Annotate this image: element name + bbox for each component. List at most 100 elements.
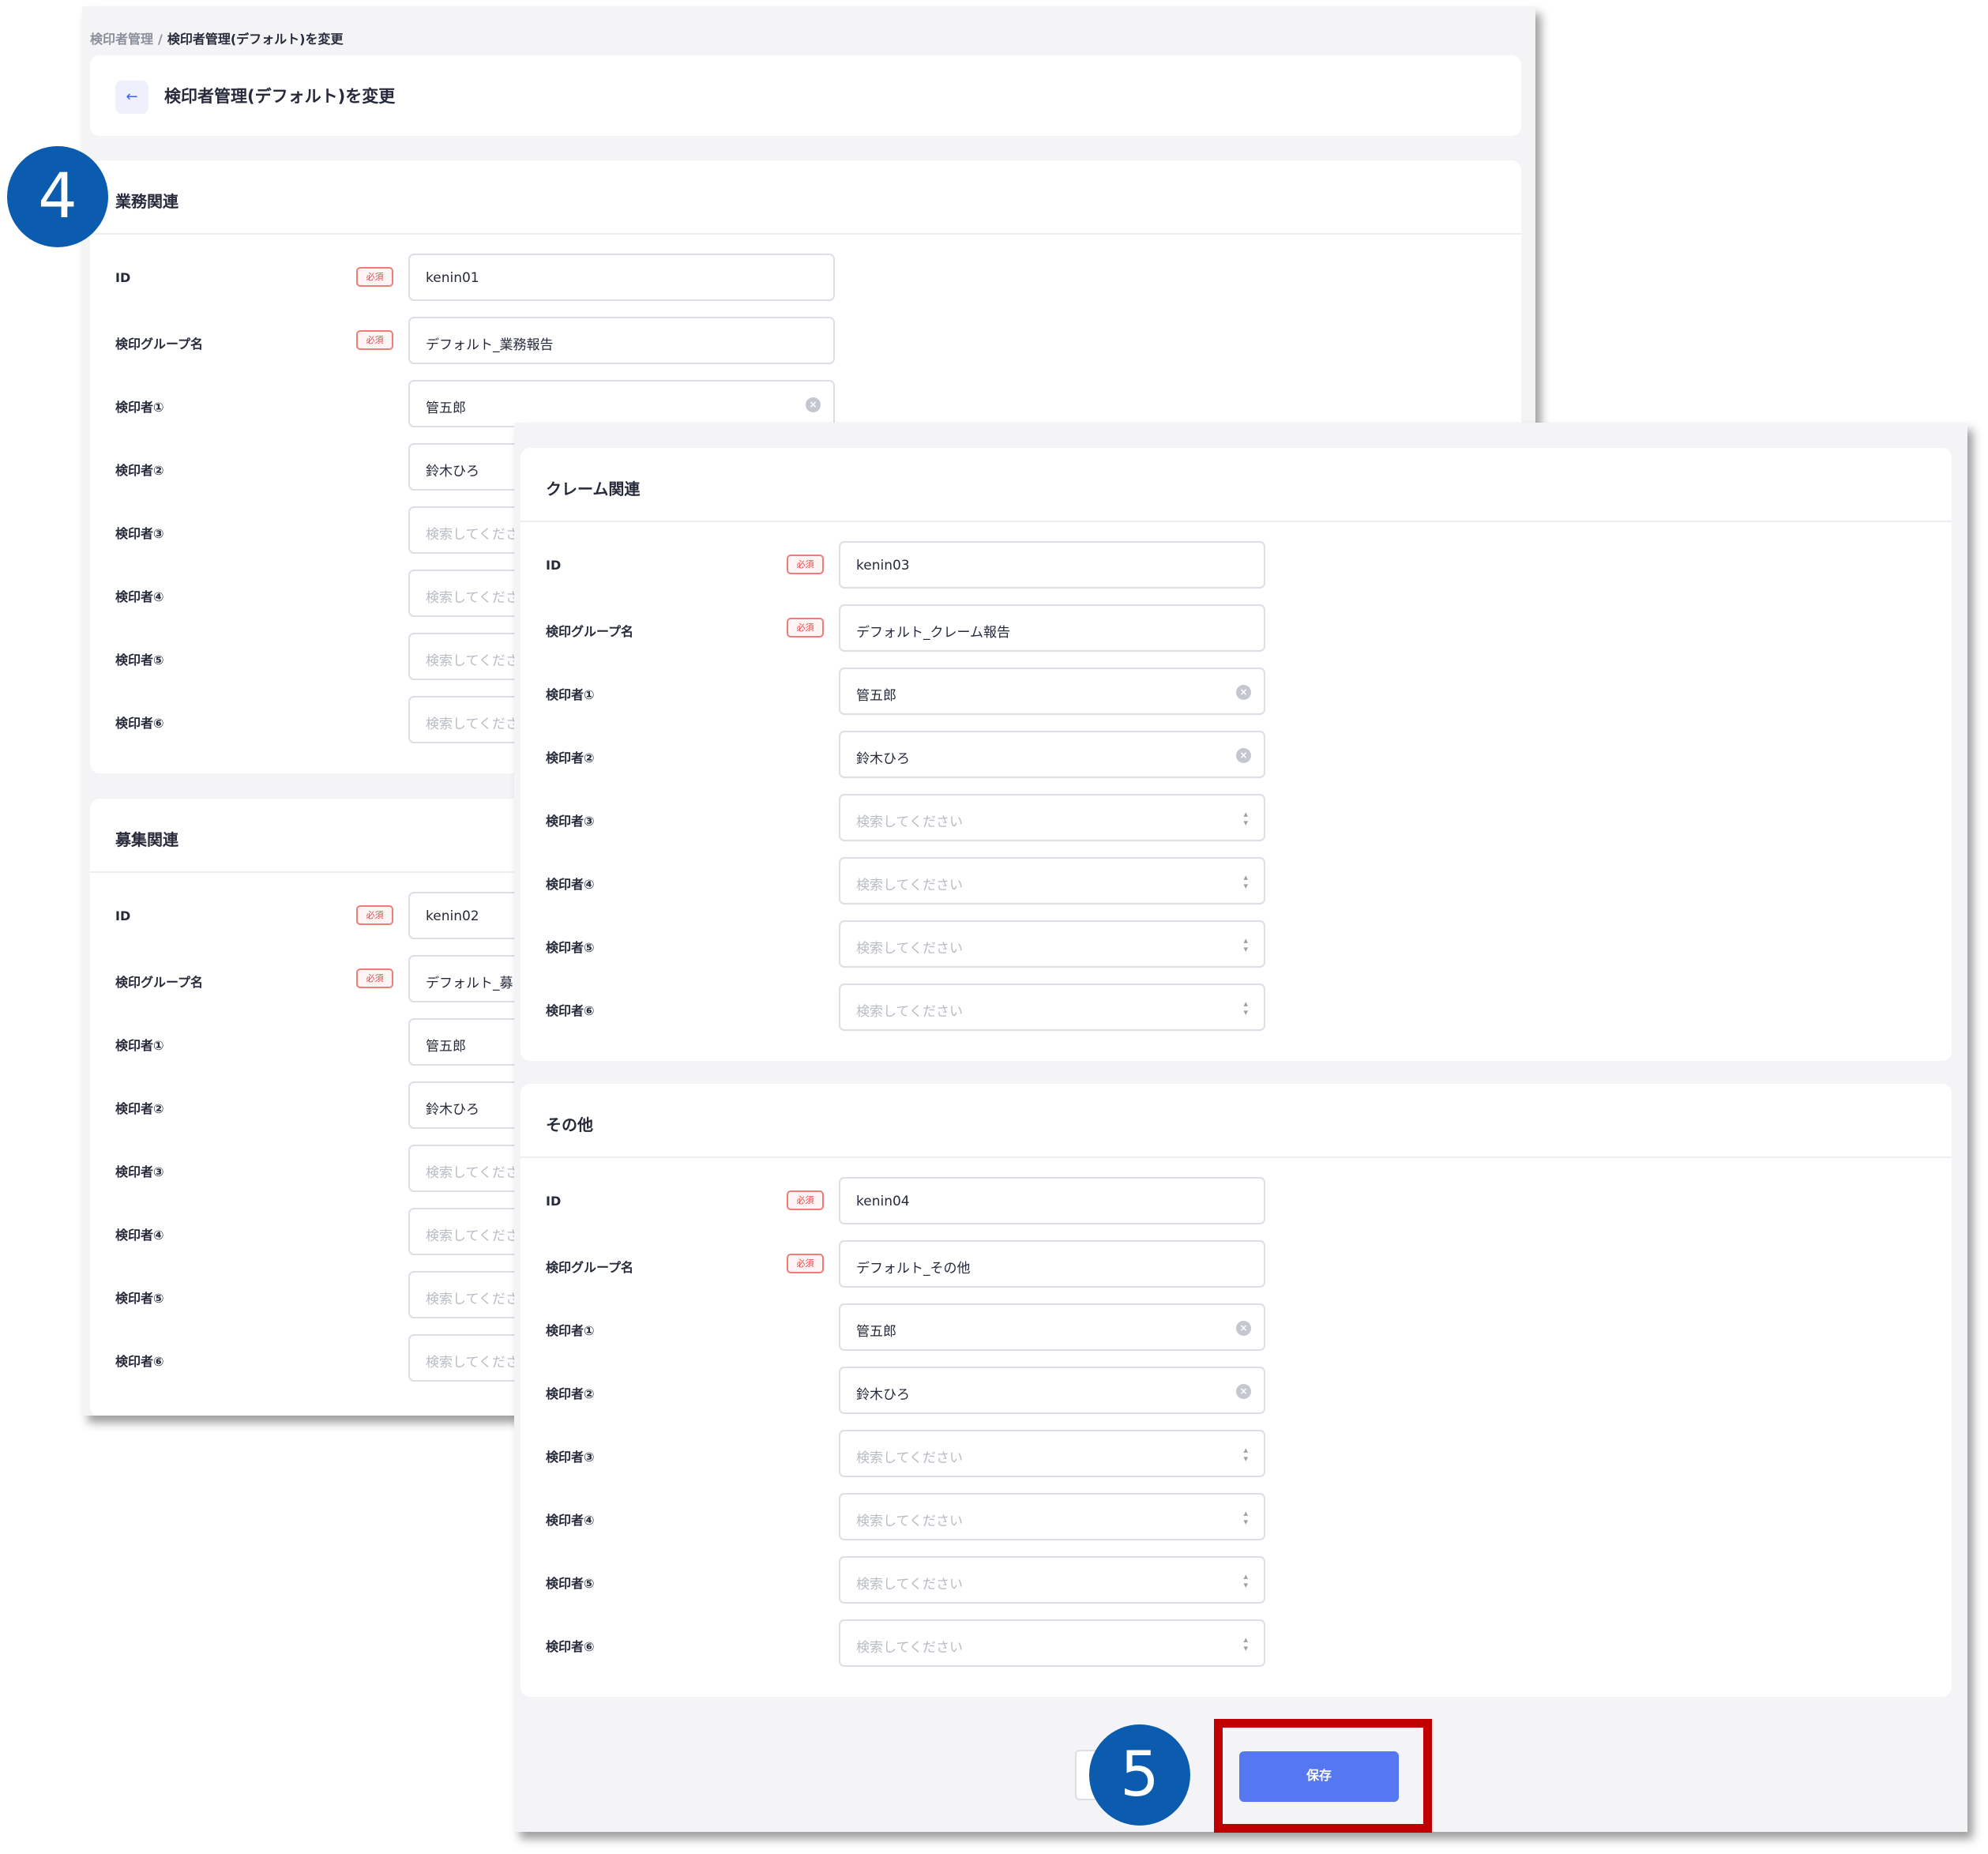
breadcrumb-parent[interactable]: 検印者管理 xyxy=(90,32,153,47)
id-label: ID xyxy=(115,908,131,923)
select-placeholder: 検索してください xyxy=(856,814,963,830)
stamper-2-select[interactable]: 鈴木ひろ × xyxy=(839,731,1265,778)
input-value: デフォルト_その他 xyxy=(856,1261,971,1277)
stamper-3-label: 検印者③ xyxy=(546,1450,595,1465)
save-button-highlight xyxy=(1214,1719,1432,1833)
stamper-3-select[interactable]: 検索してください ▴ ▾ xyxy=(839,794,1265,841)
stamper-6-label: 検印者⑥ xyxy=(546,1639,595,1654)
form-row-id: ID 必須 kenin01 xyxy=(90,254,1521,301)
group-name-input[interactable]: デフォルト_その他 xyxy=(839,1240,1265,1288)
select-value: 鈴木ひろ xyxy=(856,1387,910,1403)
id-label: ID xyxy=(546,558,562,573)
chevron-up-down-icon: ▴ ▾ xyxy=(1243,935,1248,954)
chevron-up-down-icon: ▴ ▾ xyxy=(1243,998,1248,1017)
id-input[interactable]: kenin04 xyxy=(839,1177,1265,1224)
stamper-1-label: 検印者① xyxy=(115,400,164,415)
id-label: ID xyxy=(546,1194,562,1209)
stamper-5-select[interactable]: 検索してください ▴ ▾ xyxy=(839,1556,1265,1604)
required-badge: 必須 xyxy=(787,1254,824,1273)
form-row-id: ID 必須 kenin03 xyxy=(520,541,1952,589)
id-label: ID xyxy=(115,270,131,285)
stamper-3-label: 検印者③ xyxy=(115,1164,164,1179)
stamper-1-select[interactable]: 管五郎 × xyxy=(408,380,835,427)
stamper-1-label: 検印者① xyxy=(546,687,595,702)
input-value: デフォルト_クレーム報告 xyxy=(856,625,1010,641)
group-name-input[interactable]: デフォルト_業務報告 xyxy=(408,317,835,364)
select-value: 管五郎 xyxy=(426,401,466,416)
stamper-4-select[interactable]: 検索してください ▴ ▾ xyxy=(839,857,1265,904)
divider xyxy=(520,1156,1952,1158)
required-badge: 必須 xyxy=(787,1190,824,1210)
stamper-3-label: 検印者③ xyxy=(546,814,595,829)
chevron-up-down-icon: ▴ ▾ xyxy=(1243,872,1248,891)
form-row-stamper-1: 検印者① 管五郎 × xyxy=(90,380,1521,427)
stamper-4-label: 検印者④ xyxy=(115,1228,164,1243)
required-badge: 必須 xyxy=(787,555,824,574)
form-row-stamper-3: 検印者③ 検索してください ▴ ▾ xyxy=(520,1430,1952,1477)
form-row-group-name: 検印グループ名 必須 デフォルト_その他 xyxy=(520,1240,1952,1288)
input-value: kenin01 xyxy=(426,270,479,286)
stamper-6-select[interactable]: 検索してください ▴ ▾ xyxy=(839,1619,1265,1667)
stamper-3-select[interactable]: 検索してください ▴ ▾ xyxy=(839,1430,1265,1477)
section-title: 募集関連 xyxy=(115,830,179,849)
breadcrumb-current: 検印者管理(デフォルト)を変更 xyxy=(167,32,344,47)
form-row-stamper-1: 検印者① 管五郎 × xyxy=(520,668,1952,715)
form-row-group-name: 検印グループ名 必須 デフォルト_業務報告 xyxy=(90,317,1521,364)
stamper-5-select[interactable]: 検索してください ▴ ▾ xyxy=(839,920,1265,968)
select-placeholder: 検索してください xyxy=(856,1514,963,1529)
step-badge-5: 5 xyxy=(1089,1724,1190,1826)
stamper-1-select[interactable]: 管五郎 × xyxy=(839,1303,1265,1351)
section-title: クレーム関連 xyxy=(546,479,641,498)
breadcrumb: 検印者管理 / 検印者管理(デフォルト)を変更 xyxy=(90,28,344,47)
form-row-stamper-6: 検印者⑥ 検索してください ▴ ▾ xyxy=(520,983,1952,1031)
clear-circle-icon[interactable]: × xyxy=(1236,748,1251,763)
select-placeholder: 検索してくださ xyxy=(426,1355,519,1371)
chevron-up-down-icon: ▴ ▾ xyxy=(1243,1508,1248,1527)
stamper-5-label: 検印者⑤ xyxy=(115,652,164,668)
select-value: 管五郎 xyxy=(856,688,896,704)
group-name-input[interactable]: デフォルト_クレーム報告 xyxy=(839,604,1265,652)
stamper-4-label: 検印者④ xyxy=(546,877,595,892)
step-badge-4: 4 xyxy=(7,146,108,247)
stamper-5-label: 検印者⑤ xyxy=(115,1291,164,1306)
select-placeholder: 検索してくださ xyxy=(426,527,519,543)
clear-circle-icon[interactable]: × xyxy=(1236,1384,1251,1399)
stamper-1-select[interactable]: 管五郎 × xyxy=(839,668,1265,715)
stamper-6-select[interactable]: 検索してください ▴ ▾ xyxy=(839,983,1265,1031)
select-placeholder: 検索してくださ xyxy=(426,1292,519,1307)
form-row-stamper-5: 検印者⑤ 検索してください ▴ ▾ xyxy=(520,1556,1952,1604)
stamper-5-label: 検印者⑤ xyxy=(546,1576,595,1591)
form-row-stamper-6: 検印者⑥ 検索してください ▴ ▾ xyxy=(520,1619,1952,1667)
stamper-4-select[interactable]: 検索してください ▴ ▾ xyxy=(839,1493,1265,1540)
clear-circle-icon[interactable]: × xyxy=(806,397,821,412)
required-badge: 必須 xyxy=(356,330,393,350)
page-title: 検印者管理(デフォルト)を変更 xyxy=(164,87,396,106)
stamper-4-label: 検印者④ xyxy=(115,589,164,604)
select-placeholder: 検索してくださ xyxy=(426,590,519,606)
stamper-5-label: 検印者⑤ xyxy=(546,940,595,955)
stamper-6-label: 検印者⑥ xyxy=(546,1003,595,1018)
select-value: 鈴木ひろ xyxy=(856,751,910,767)
section-title: 業務関連 xyxy=(115,192,179,211)
back-button[interactable]: ← xyxy=(115,81,148,114)
clear-circle-icon[interactable]: × xyxy=(1236,1321,1251,1336)
id-input[interactable]: kenin03 xyxy=(839,541,1265,589)
form-row-stamper-5: 検印者⑤ 検索してください ▴ ▾ xyxy=(520,920,1952,968)
group-name-label: 検印グループ名 xyxy=(546,1260,634,1275)
stamper-2-select[interactable]: 鈴木ひろ × xyxy=(839,1367,1265,1414)
front-screen: クレーム関連 ID 必須 kenin03 検印グループ名 必須 デフォルト_クレ… xyxy=(514,423,1967,1832)
chevron-up-down-icon: ▴ ▾ xyxy=(1243,1634,1248,1653)
stamper-2-label: 検印者② xyxy=(546,1386,595,1401)
id-input[interactable]: kenin01 xyxy=(408,254,835,301)
form-row-stamper-2: 検印者② 鈴木ひろ × xyxy=(520,1367,1952,1414)
select-placeholder: 検索してください xyxy=(856,878,963,893)
divider xyxy=(90,233,1521,235)
select-placeholder: 検索してください xyxy=(856,1577,963,1593)
section-sonota: その他 ID 必須 kenin04 検印グループ名 必須 デフォルト_その他 検… xyxy=(520,1084,1952,1697)
select-placeholder: 検索してくださ xyxy=(426,653,519,669)
clear-circle-icon[interactable]: × xyxy=(1236,685,1251,700)
stamper-1-label: 検印者① xyxy=(546,1323,595,1338)
stamper-1-label: 検印者① xyxy=(115,1038,164,1053)
form-row-stamper-1: 検印者① 管五郎 × xyxy=(520,1303,1952,1351)
group-name-label: 検印グループ名 xyxy=(115,337,204,352)
